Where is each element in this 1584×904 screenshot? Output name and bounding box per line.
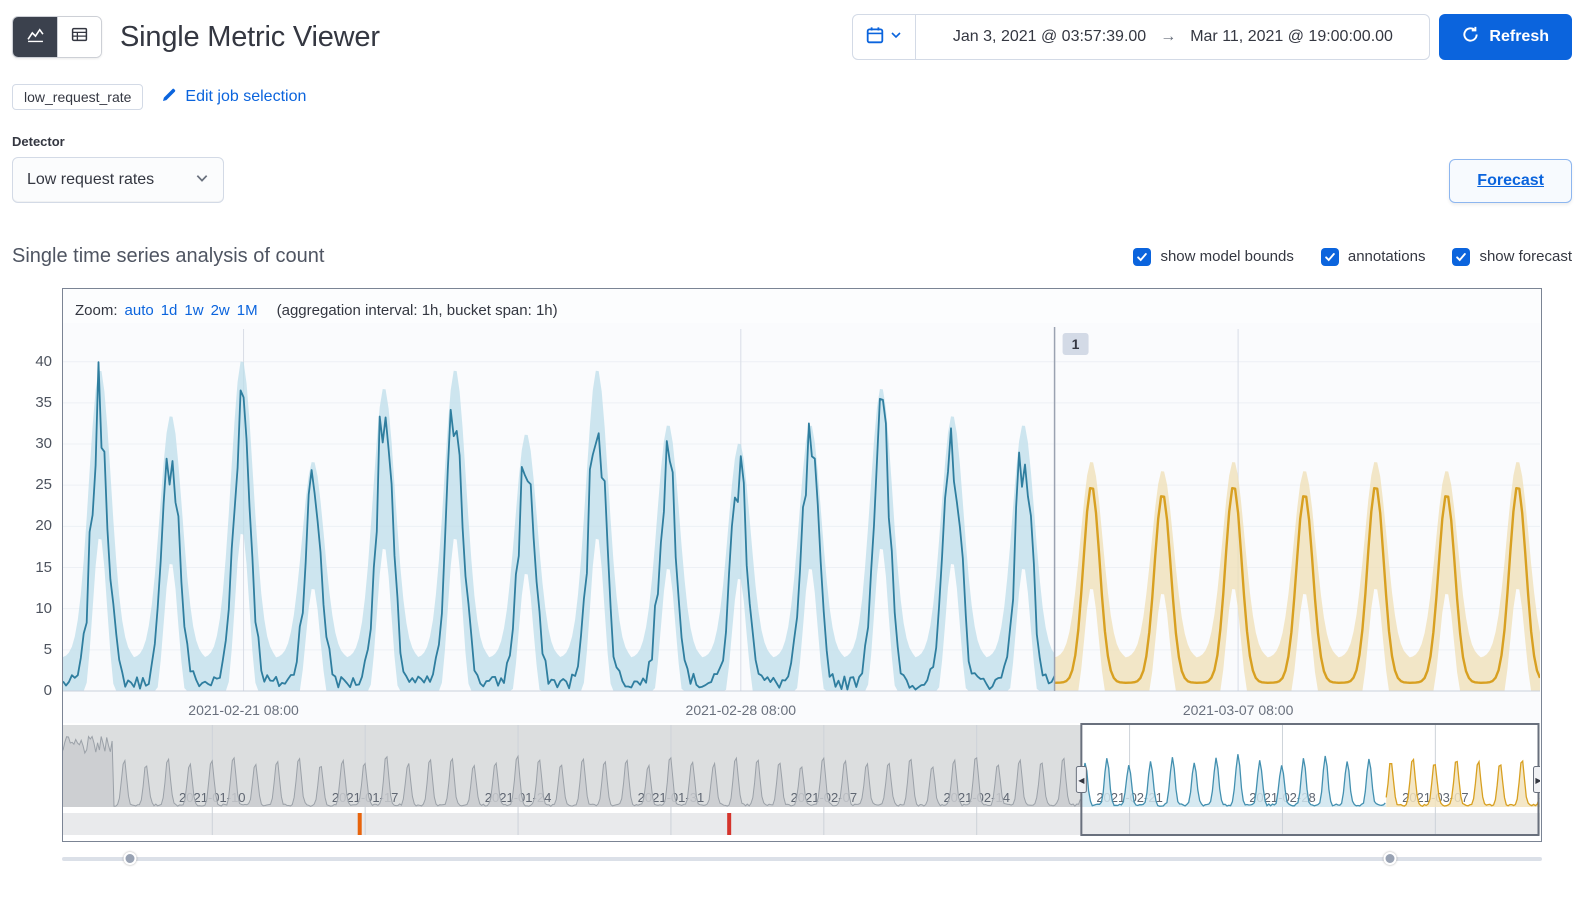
checkbox-label: show forecast xyxy=(1479,248,1572,265)
job-selection-row: low_request_rate Edit job selection xyxy=(12,84,1572,110)
header-right: Jan 3, 2021 @ 03:57:39.00 → Mar 11, 2021… xyxy=(852,14,1572,60)
chevron-down-icon xyxy=(890,28,902,46)
refresh-button[interactable]: Refresh xyxy=(1439,14,1572,60)
start-date[interactable]: Jan 3, 2021 @ 03:57:39.00 xyxy=(953,28,1146,46)
zoom-label: Zoom: xyxy=(75,301,118,319)
main-timeseries-chart[interactable]: 2021-02-21 08:00 2021-02-28 08:00 2021-03-… xyxy=(63,323,1540,723)
chart-option-checkboxes: show model bounds annotations show forec… xyxy=(1133,247,1572,266)
table-view-toggle-button[interactable] xyxy=(57,17,101,57)
table-icon xyxy=(71,26,88,48)
slider-track[interactable] xyxy=(62,857,1542,861)
header-left: Single Metric Viewer xyxy=(12,16,380,58)
zoom-option-1d[interactable]: 1d xyxy=(161,302,178,319)
annotations-checkbox[interactable]: annotations xyxy=(1320,247,1426,266)
slider-handle-right[interactable] xyxy=(1383,852,1397,865)
checkbox-checked-icon xyxy=(1133,247,1152,266)
chevron-down-icon xyxy=(195,171,209,190)
page-title: Single Metric Viewer xyxy=(120,20,380,53)
edit-job-selection-link[interactable]: Edit job selection xyxy=(161,87,306,108)
chart-view-toggle-button[interactable] xyxy=(13,17,57,57)
zoom-option-2w[interactable]: 2w xyxy=(211,302,230,319)
zoom-controls: Zoom: auto 1d 1w 2w 1M (aggregation inte… xyxy=(63,289,1541,323)
pencil-icon xyxy=(161,87,177,108)
zoom-option-auto[interactable]: auto xyxy=(125,302,154,319)
aggregation-interval-note: (aggregation interval: 1h, bucket span: … xyxy=(276,301,558,319)
context-navigator-chart[interactable]: 2021-01-102021-01-172021-01-242021-01-31… xyxy=(63,723,1540,841)
svg-text:◀: ◀ xyxy=(1078,776,1085,785)
checkbox-label: annotations xyxy=(1347,248,1426,265)
super-date-picker: Jan 3, 2021 @ 03:57:39.00 → Mar 11, 2021… xyxy=(852,14,1431,60)
show-forecast-checkbox[interactable]: show forecast xyxy=(1452,247,1572,266)
zoom-option-1w[interactable]: 1w xyxy=(184,302,203,319)
detector-label: Detector xyxy=(12,134,65,149)
refresh-icon xyxy=(1462,26,1479,48)
checkbox-label: show model bounds xyxy=(1160,248,1294,265)
checkbox-checked-icon xyxy=(1320,247,1339,266)
y-axis-labels: 0 5 10 15 20 25 30 35 40 xyxy=(35,352,52,699)
zoom-option-1M[interactable]: 1M xyxy=(237,302,258,319)
chart-region: 0 5 10 15 20 25 30 35 40 Zoom: auto 1d 1w 2w 1M … xyxy=(35,288,1542,867)
line-chart-icon xyxy=(26,26,44,48)
detector-selected-option: Low request rates xyxy=(27,171,155,188)
svg-text:1: 1 xyxy=(1072,336,1080,352)
svg-text:2021-02-21 08:00: 2021-02-21 08:00 xyxy=(188,702,299,718)
svg-text:2021-03-07 08:00: 2021-03-07 08:00 xyxy=(1183,702,1294,718)
detector-select[interactable]: Low request rates xyxy=(12,157,224,203)
page-header: Single Metric Viewer Jan 3, 2021 @ 03:57… xyxy=(12,14,1572,60)
detector-field: Detector Low request rates xyxy=(12,134,224,203)
date-range-display: Jan 3, 2021 @ 03:57:39.00 → Mar 11, 2021… xyxy=(916,28,1429,46)
refresh-label: Refresh xyxy=(1489,28,1549,45)
checkbox-checked-icon xyxy=(1452,247,1471,266)
svg-text:▶: ▶ xyxy=(1535,776,1540,785)
timeseries-chart-card: Zoom: auto 1d 1w 2w 1M (aggregation inte… xyxy=(62,288,1542,842)
detector-row: Detector Low request rates Forecast xyxy=(12,134,1572,203)
view-toggle-group xyxy=(12,16,102,58)
time-range-slider xyxy=(62,851,1542,867)
svg-text:2021-02-28 08:00: 2021-02-28 08:00 xyxy=(686,702,797,718)
show-model-bounds-checkbox[interactable]: show model bounds xyxy=(1133,247,1294,266)
slider-handle-left[interactable] xyxy=(123,852,137,865)
calendar-icon xyxy=(866,26,884,49)
end-date[interactable]: Mar 11, 2021 @ 19:00:00.00 xyxy=(1190,28,1393,46)
date-quick-select-button[interactable] xyxy=(853,15,917,59)
forecast-button[interactable]: Forecast xyxy=(1449,159,1572,203)
edit-job-selection-label: Edit job selection xyxy=(185,88,307,105)
single-metric-viewer-page: Single Metric Viewer Jan 3, 2021 @ 03:57… xyxy=(0,0,1584,867)
job-badge: low_request_rate xyxy=(12,84,144,110)
arrow-right-icon: → xyxy=(1160,28,1177,45)
analysis-row: Single time series analysis of count sho… xyxy=(12,245,1572,268)
analysis-heading: Single time series analysis of count xyxy=(12,245,325,267)
